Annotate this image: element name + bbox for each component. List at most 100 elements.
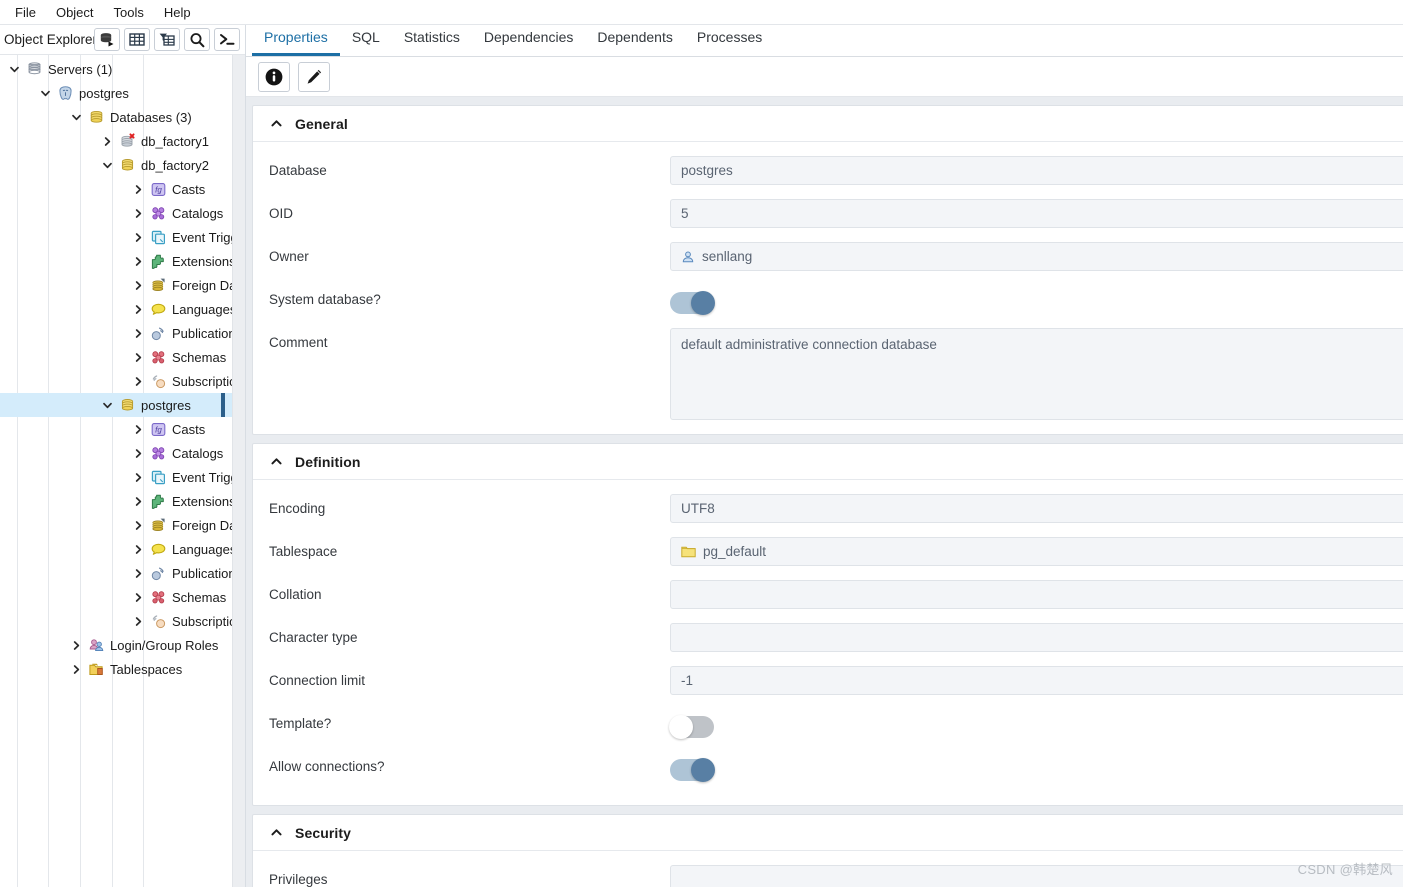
tree-node-languages[interactable]: Languages — [0, 297, 245, 321]
grid-table-icon-button[interactable] — [124, 28, 150, 51]
chevron-right-icon[interactable] — [130, 325, 146, 341]
toggle-template[interactable] — [669, 715, 714, 739]
chevron-right-icon[interactable] — [130, 205, 146, 221]
chevron-right-icon[interactable] — [68, 637, 84, 653]
chevron-right-icon[interactable] — [130, 469, 146, 485]
chevron-down-icon[interactable] — [68, 109, 84, 125]
languages-icon — [150, 301, 172, 318]
tree-node-extensions[interactable]: Extensions — [0, 489, 245, 513]
toggle-system-database[interactable] — [670, 291, 715, 315]
chevron-right-icon[interactable] — [130, 445, 146, 461]
sidebar-scrollbar[interactable] — [232, 55, 245, 887]
chevron-down-icon[interactable] — [99, 157, 115, 173]
menu-item-object[interactable]: Object — [47, 3, 103, 22]
section-header-general[interactable]: General — [253, 106, 1403, 142]
tree-node-languages[interactable]: Languages — [0, 537, 245, 561]
tree-node-casts[interactable]: fg Casts — [0, 177, 245, 201]
chevron-down-icon[interactable] — [37, 85, 53, 101]
textarea-comment[interactable]: default administrative connection databa… — [670, 328, 1403, 420]
tree-node-schemas[interactable]: Schemas — [0, 345, 245, 369]
input-owner[interactable]: senllang — [670, 242, 1403, 271]
chevron-up-icon[interactable] — [269, 117, 283, 131]
chevron-right-icon[interactable] — [130, 517, 146, 533]
input-database[interactable]: postgres — [670, 156, 1403, 185]
tree-node-subscriptions[interactable]: Subscriptions — [0, 369, 245, 393]
tree-node-tablespaces[interactable]: Tablespaces — [0, 657, 245, 681]
tree-node-label: Schemas — [172, 589, 227, 605]
tree-node-db-factory2[interactable]: db_factory2 — [0, 153, 245, 177]
properties-scroll-area[interactable]: General Database postgres OID 5 Owner senllang… — [246, 98, 1403, 887]
info-icon-button[interactable] — [258, 61, 290, 92]
chevron-right-icon[interactable] — [130, 565, 146, 581]
tree-node-casts[interactable]: fg Casts — [0, 417, 245, 441]
tree-node-publications[interactable]: Publications — [0, 321, 245, 345]
chevron-right-icon[interactable] — [130, 589, 146, 605]
input-character-type[interactable] — [670, 623, 1403, 652]
tree-node-servers-1[interactable]: Servers (1) — [0, 57, 245, 81]
chevron-right-icon[interactable] — [130, 613, 146, 629]
chevron-right-icon[interactable] — [68, 661, 84, 677]
menu-item-file[interactable]: File — [6, 3, 45, 22]
tree-node-postgres[interactable]: postgres — [0, 81, 245, 105]
input-connection-limit[interactable]: -1 — [670, 666, 1403, 695]
input-tablespace[interactable]: pg_default — [670, 537, 1403, 566]
tab-properties[interactable]: Properties — [252, 25, 340, 56]
object-tree[interactable]: Servers (1) postgres Databases (3) db_facto… — [0, 55, 245, 887]
tree-node-postgres[interactable]: postgres — [0, 393, 245, 417]
tree-node-foreign-data-wrappers[interactable]: Foreign Data Wrappers — [0, 513, 245, 537]
add-server-icon — [100, 33, 113, 47]
tree-node-event-triggers[interactable]: Event Triggers — [0, 465, 245, 489]
tree-node-databases-3[interactable]: Databases (3) — [0, 105, 245, 129]
chevron-right-icon[interactable] — [130, 349, 146, 365]
filtered-table-icon-button[interactable] — [154, 28, 180, 51]
database-disconnected-icon — [119, 132, 141, 150]
tab-statistics[interactable]: Statistics — [392, 25, 472, 56]
terminal-icon-button[interactable] — [214, 28, 240, 51]
chevron-down-icon[interactable] — [99, 397, 115, 413]
chevron-right-icon[interactable] — [130, 421, 146, 437]
chevron-right-icon[interactable] — [130, 253, 146, 269]
tab-processes[interactable]: Processes — [685, 25, 774, 56]
tree-node-db-factory1[interactable]: db_factory1 — [0, 129, 245, 153]
section-header-definition[interactable]: Definition — [253, 444, 1403, 480]
tree-node-login-group-roles[interactable]: Login/Group Roles — [0, 633, 245, 657]
schemas-icon — [150, 589, 172, 606]
tree-node-catalogs[interactable]: Catalogs — [0, 201, 245, 225]
chevron-up-icon[interactable] — [269, 455, 283, 469]
chevron-up-icon[interactable] — [269, 826, 283, 840]
input-collation[interactable] — [670, 580, 1403, 609]
tree-node-catalogs[interactable]: Catalogs — [0, 441, 245, 465]
chevron-right-icon[interactable] — [130, 229, 146, 245]
chevron-down-icon[interactable] — [6, 61, 22, 77]
input-encoding[interactable]: UTF8 — [670, 494, 1403, 523]
input-privileges[interactable] — [670, 865, 1403, 887]
chevron-right-icon[interactable] — [130, 301, 146, 317]
tree-node-extensions[interactable]: Extensions — [0, 249, 245, 273]
chevron-right-icon[interactable] — [99, 133, 115, 149]
menu-item-tools[interactable]: Tools — [105, 3, 153, 22]
section-header-security[interactable]: Security — [253, 815, 1403, 851]
chevron-right-icon[interactable] — [130, 373, 146, 389]
input-oid[interactable]: 5 — [670, 199, 1403, 228]
tab-dependents[interactable]: Dependents — [585, 25, 685, 56]
tab-sql[interactable]: SQL — [340, 25, 392, 56]
chevron-right-icon[interactable] — [130, 181, 146, 197]
tree-node-label: Casts — [172, 421, 206, 437]
tree-node-schemas[interactable]: Schemas — [0, 585, 245, 609]
edit-pencil-icon-button[interactable] — [298, 61, 330, 92]
menu-item-help[interactable]: Help — [155, 3, 200, 22]
search-icon-button[interactable] — [184, 28, 210, 51]
chevron-right-icon[interactable] — [130, 541, 146, 557]
extensions-icon — [150, 253, 172, 270]
tree-node-event-triggers[interactable]: Event Triggers — [0, 225, 245, 249]
add-server-icon-button[interactable] — [94, 28, 120, 51]
tab-dependencies[interactable]: Dependencies — [472, 25, 586, 56]
object-explorer-title: Object Explorer — [4, 32, 94, 47]
toggle-allow-connections[interactable] — [670, 758, 715, 782]
tree-node-foreign-data-wrappers[interactable]: Foreign Data Wrappers — [0, 273, 245, 297]
chevron-right-icon[interactable] — [130, 277, 146, 293]
chevron-right-icon[interactable] — [130, 493, 146, 509]
tree-node-subscriptions[interactable]: Subscriptions — [0, 609, 245, 633]
tree-node-publications[interactable]: Publications — [0, 561, 245, 585]
field-control-allow-connections — [670, 748, 1403, 782]
